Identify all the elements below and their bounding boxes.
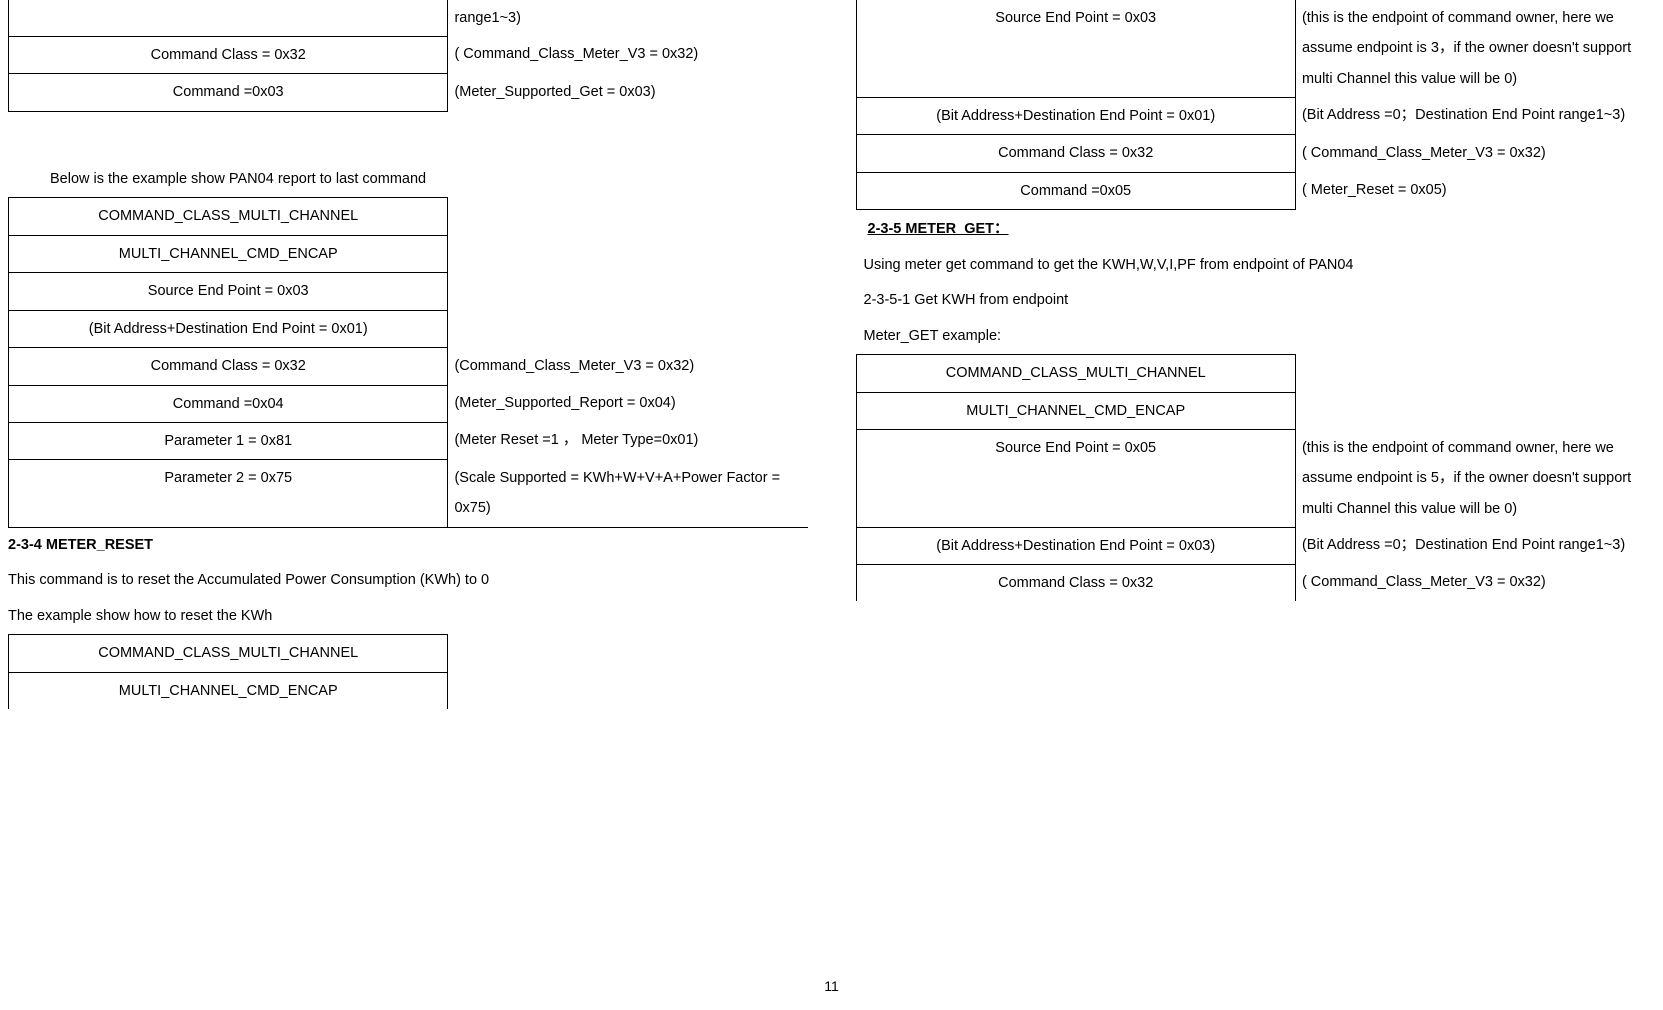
page-container: range1~3) Command Class = 0x32 ( Command…	[0, 0, 1663, 709]
t2-r8-left: Parameter 2 = 0x75	[9, 460, 448, 527]
table-1: range1~3) Command Class = 0x32 ( Command…	[8, 0, 808, 112]
meter-reset-desc: This command is to reset the Accumulated…	[8, 567, 808, 595]
t2-r5-left: Command Class = 0x32	[9, 348, 448, 385]
t4-r1-left: Source End Point = 0x03	[856, 0, 1295, 97]
t2-r4-left: (Bit Address+Destination End Point = 0x0…	[9, 310, 448, 347]
t5-r4-left: (Bit Address+Destination End Point = 0x0…	[856, 527, 1295, 564]
t2-r4-right	[448, 310, 808, 347]
t5-r3-right: (this is the endpoint of command owner, …	[1295, 430, 1655, 527]
right-column: Source End Point = 0x03 (this is the end…	[856, 0, 1656, 709]
t4-r1-right: (this is the endpoint of command owner, …	[1295, 0, 1655, 97]
t2-r2-left: MULTI_CHANNEL_CMD_ENCAP	[9, 235, 448, 272]
t5-r3-left: Source End Point = 0x05	[856, 430, 1295, 527]
t1-r1-left	[9, 0, 448, 36]
table-2: COMMAND_CLASS_MULTI_CHANNEL MULTI_CHANNE…	[8, 197, 808, 527]
t2-r7-left: Parameter 1 = 0x81	[9, 422, 448, 459]
t4-r2-left: (Bit Address+Destination End Point = 0x0…	[856, 97, 1295, 134]
t5-r1-left: COMMAND_CLASS_MULTI_CHANNEL	[856, 355, 1295, 392]
t3-r1-right	[448, 635, 808, 672]
t5-r4-right: (Bit Address =0；Destination End Point ra…	[1295, 527, 1655, 564]
t5-r1-right	[1295, 355, 1655, 392]
t4-r2-right: (Bit Address =0；Destination End Point ra…	[1295, 97, 1655, 134]
meter-get-title: 2-3-5 METER_GET：	[856, 216, 1656, 244]
t4-r3-right: ( Command_Class_Meter_V3 = 0x32)	[1295, 135, 1655, 172]
table-4: Source End Point = 0x03 (this is the end…	[856, 0, 1656, 210]
t2-r5-right: (Command_Class_Meter_V3 = 0x32)	[448, 348, 808, 385]
table-5: COMMAND_CLASS_MULTI_CHANNEL MULTI_CHANNE…	[856, 354, 1656, 601]
t2-r8-right: (Scale Supported = KWh+W+V+A+Power Facto…	[448, 460, 808, 527]
meter-get-example-text: Meter_GET example:	[856, 323, 1656, 351]
meter-get-sub: 2-3-5-1 Get KWH from endpoint	[856, 287, 1656, 315]
t2-r2-right	[448, 235, 808, 272]
t5-r2-right	[1295, 392, 1655, 429]
meter-get-desc: Using meter get command to get the KWH,W…	[856, 252, 1656, 280]
t2-r7-right: (Meter Reset =1 ， Meter Type=0x01)	[448, 422, 808, 459]
t1-r2-right: ( Command_Class_Meter_V3 = 0x32)	[448, 36, 808, 73]
t3-r2-left: MULTI_CHANNEL_CMD_ENCAP	[9, 672, 448, 709]
t2-r6-left: Command =0x04	[9, 385, 448, 422]
t2-r6-right: (Meter_Supported_Report = 0x04)	[448, 385, 808, 422]
t3-r1-left: COMMAND_CLASS_MULTI_CHANNEL	[9, 635, 448, 672]
meter-reset-example-text: The example show how to reset the KWh	[8, 603, 808, 631]
t1-r3-right: (Meter_Supported_Get = 0x03)	[448, 74, 808, 111]
t2-r1-right	[448, 198, 808, 235]
below-example-text: Below is the example show PAN04 report t…	[8, 166, 808, 194]
t5-r5-left: Command Class = 0x32	[856, 564, 1295, 601]
page-number: 11	[824, 973, 839, 1000]
t1-r2-left: Command Class = 0x32	[9, 36, 448, 73]
t5-r5-right: ( Command_Class_Meter_V3 = 0x32)	[1295, 564, 1655, 601]
t2-r3-right	[448, 273, 808, 310]
t4-r3-left: Command Class = 0x32	[856, 135, 1295, 172]
t5-r2-left: MULTI_CHANNEL_CMD_ENCAP	[856, 392, 1295, 429]
t1-r1-right: range1~3)	[448, 0, 808, 36]
table-3: COMMAND_CLASS_MULTI_CHANNEL MULTI_CHANNE…	[8, 634, 808, 709]
t3-r2-right	[448, 672, 808, 709]
t4-r4-right: ( Meter_Reset = 0x05)	[1295, 172, 1655, 209]
meter-reset-title: 2-3-4 METER_RESET	[8, 532, 808, 560]
t2-r3-left: Source End Point = 0x03	[9, 273, 448, 310]
t1-r3-left: Command =0x03	[9, 74, 448, 111]
left-column: range1~3) Command Class = 0x32 ( Command…	[8, 0, 808, 709]
t2-r1-left: COMMAND_CLASS_MULTI_CHANNEL	[9, 198, 448, 235]
t4-r4-left: Command =0x05	[856, 172, 1295, 209]
